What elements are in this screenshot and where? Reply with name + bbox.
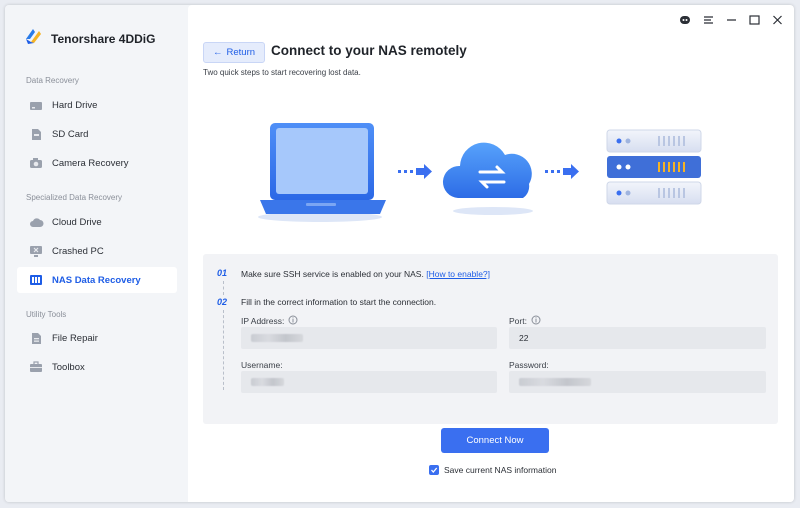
close-icon[interactable]	[770, 13, 784, 27]
ip-address-label-text: IP Address:	[241, 316, 285, 326]
step-number: 01	[217, 268, 228, 278]
main-panel: ← Return Connect to your NAS remotely Tw…	[188, 5, 794, 502]
cloud-icon	[28, 215, 44, 229]
file-repair-icon	[28, 331, 44, 345]
masked-value	[251, 378, 284, 386]
step-1-text: Make sure SSH service is enabled on your…	[241, 269, 490, 279]
sidebar-item-label: SD Card	[52, 128, 89, 140]
crashed-pc-icon	[28, 244, 44, 258]
sd-card-icon	[28, 127, 44, 141]
how-to-enable-link[interactable]: [How to enable?]	[426, 269, 490, 279]
app-name: Tenorshare 4DDiG	[51, 31, 156, 46]
step-2-text: Fill in the correct information to start…	[241, 297, 437, 307]
port-label-text: Port:	[509, 316, 527, 326]
laptop-icon	[258, 123, 386, 222]
info-icon[interactable]	[531, 315, 541, 327]
step-connector	[223, 310, 224, 390]
brand: Tenorshare 4DDiG	[22, 25, 155, 52]
maximize-icon[interactable]	[747, 13, 761, 27]
section-label-data-recovery: Data Recovery	[26, 76, 79, 85]
sidebar-item-hard-drive[interactable]: Hard Drive	[17, 92, 177, 118]
password-label: Password:	[509, 360, 549, 370]
sidebar-item-sd-card[interactable]: SD Card	[17, 121, 177, 147]
page-title: Connect to your NAS remotely	[271, 43, 467, 58]
cloud-sync-icon	[442, 142, 533, 215]
save-info-label: Save current NAS information	[444, 465, 557, 475]
connect-now-button[interactable]: Connect Now	[441, 428, 549, 453]
masked-value	[251, 334, 303, 342]
section-label-utility-tools: Utility Tools	[26, 310, 67, 319]
return-label: Return	[226, 47, 256, 58]
info-icon[interactable]	[288, 315, 298, 327]
port-label: Port:	[509, 315, 541, 327]
nas-icon	[28, 273, 44, 287]
sidebar-item-label: Hard Drive	[52, 99, 98, 111]
sidebar-item-label: Camera Recovery	[52, 157, 129, 169]
app-window: Tenorshare 4DDiG Data Recovery Hard Driv…	[5, 5, 794, 502]
sidebar-item-toolbox[interactable]: Toolbox	[17, 354, 177, 380]
ip-address-input[interactable]	[241, 327, 497, 349]
save-info-checkbox[interactable]	[429, 465, 439, 475]
sidebar-item-label: File Repair	[52, 332, 98, 344]
toolbox-icon	[28, 360, 44, 374]
sidebar-item-nas-data-recovery[interactable]: NAS Data Recovery	[17, 267, 177, 293]
port-value: 22	[519, 333, 529, 343]
connection-illustration	[258, 123, 702, 222]
page-subtitle: Two quick steps to start recovering lost…	[203, 68, 361, 77]
app-logo-icon	[22, 25, 44, 52]
sidebar-item-file-repair[interactable]: File Repair	[17, 325, 177, 351]
step-connector	[223, 281, 224, 295]
step-number: 02	[217, 297, 228, 307]
password-input[interactable]	[509, 371, 766, 393]
sidebar: Tenorshare 4DDiG Data Recovery Hard Driv…	[5, 5, 188, 502]
sidebar-item-label: NAS Data Recovery	[52, 274, 141, 286]
sidebar-item-cloud-drive[interactable]: Cloud Drive	[17, 209, 177, 235]
sidebar-item-crashed-pc[interactable]: Crashed PC	[17, 238, 177, 264]
hard-drive-icon	[28, 98, 44, 112]
nas-server-icon	[606, 129, 702, 205]
sidebar-item-label: Cloud Drive	[52, 216, 102, 228]
sidebar-item-camera-recovery[interactable]: Camera Recovery	[17, 150, 177, 176]
arrow-left-icon: ←	[213, 47, 223, 58]
masked-value	[519, 378, 591, 386]
port-input[interactable]: 22	[509, 327, 766, 349]
sidebar-item-label: Crashed PC	[52, 245, 104, 257]
arrow-right-icon	[545, 164, 579, 179]
window-controls	[678, 13, 784, 27]
arrow-right-icon	[398, 164, 432, 179]
username-label: Username:	[241, 360, 283, 370]
feedback-icon[interactable]	[678, 13, 692, 27]
sidebar-item-label: Toolbox	[52, 361, 85, 373]
return-button[interactable]: ← Return	[203, 42, 266, 63]
save-info-row: Save current NAS information	[429, 465, 556, 475]
menu-icon[interactable]	[701, 13, 715, 27]
section-label-specialized: Specialized Data Recovery	[26, 193, 123, 202]
ip-address-label: IP Address:	[241, 315, 298, 327]
minimize-icon[interactable]	[724, 13, 738, 27]
camera-icon	[28, 156, 44, 170]
username-input[interactable]	[241, 371, 497, 393]
step-1-instruction: Make sure SSH service is enabled on your…	[241, 269, 424, 279]
